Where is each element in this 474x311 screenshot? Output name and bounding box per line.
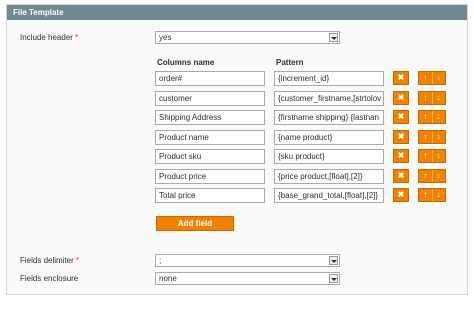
chevron-down-icon	[329, 256, 338, 265]
column-name-input[interactable]: Shipping Address	[155, 110, 265, 125]
arrow-up-icon[interactable]: ↑	[419, 189, 432, 201]
column-name-input[interactable]: order#	[155, 71, 265, 86]
include-header-select[interactable]: yes	[155, 31, 340, 44]
close-icon: ✖	[397, 73, 405, 82]
column-name-input[interactable]: Total price	[155, 188, 265, 203]
column-name-input[interactable]: Product name	[155, 130, 265, 145]
fields-enclosure-select[interactable]: none	[155, 272, 340, 285]
include-header-value: yes	[159, 33, 172, 42]
delete-row-button[interactable]: ✖	[393, 130, 409, 144]
fields-enclosure-value: none	[159, 274, 177, 283]
pattern-input[interactable]: {increment_id}	[274, 71, 384, 86]
pattern-input[interactable]: {sku product}	[274, 149, 384, 164]
columns-name-header: Columns name	[157, 58, 215, 67]
column-name-input[interactable]: Product sku	[155, 149, 265, 164]
add-field-button[interactable]: Add field	[156, 216, 234, 231]
delete-row-button[interactable]: ✖	[393, 91, 409, 105]
pattern-header: Pattern	[276, 58, 304, 67]
include-header-label: Include header *	[20, 33, 79, 42]
fields-enclosure-label: Fields enclosure	[20, 274, 79, 283]
close-icon: ✖	[397, 132, 405, 141]
arrow-up-icon[interactable]: ↑	[419, 111, 432, 123]
move-row-buttons[interactable]: ↑ ↓	[418, 110, 446, 124]
arrow-up-icon[interactable]: ↑	[419, 150, 432, 162]
pattern-input[interactable]: {firstname shipping} {lastnan	[274, 110, 384, 125]
arrow-down-icon[interactable]: ↓	[431, 150, 446, 162]
close-icon: ✖	[397, 93, 405, 102]
arrow-down-icon[interactable]: ↓	[431, 111, 446, 123]
move-row-buttons[interactable]: ↑ ↓	[418, 71, 446, 85]
close-icon: ✖	[397, 190, 405, 199]
fields-delimiter-select[interactable]: ;	[155, 254, 340, 267]
panel-title: File Template	[7, 5, 467, 20]
fields-delimiter-label: Fields delimiter *	[20, 256, 79, 265]
close-icon: ✖	[397, 151, 405, 160]
chevron-down-icon	[329, 274, 338, 283]
arrow-down-icon[interactable]: ↓	[431, 170, 446, 182]
chevron-down-icon	[329, 33, 338, 42]
delete-row-button[interactable]: ✖	[393, 149, 409, 163]
pattern-input[interactable]: {customer_firstname,[strtolov	[274, 91, 384, 106]
pattern-input[interactable]: {base_grand_total,[float],[2]}	[274, 188, 384, 203]
arrow-down-icon[interactable]: ↓	[431, 92, 446, 104]
delete-row-button[interactable]: ✖	[393, 169, 409, 183]
arrow-up-icon[interactable]: ↑	[419, 72, 432, 84]
move-row-buttons[interactable]: ↑ ↓	[418, 149, 446, 163]
column-name-input[interactable]: customer	[155, 91, 265, 106]
move-row-buttons[interactable]: ↑ ↓	[418, 130, 446, 144]
arrow-up-icon[interactable]: ↑	[419, 131, 432, 143]
arrow-down-icon[interactable]: ↓	[431, 189, 446, 201]
arrow-up-icon[interactable]: ↑	[419, 92, 432, 104]
fields-delimiter-value: ;	[159, 256, 162, 265]
move-row-buttons[interactable]: ↑ ↓	[418, 188, 446, 202]
pattern-input[interactable]: {name product}	[274, 130, 384, 145]
arrow-down-icon[interactable]: ↓	[431, 72, 446, 84]
move-row-buttons[interactable]: ↑ ↓	[418, 169, 446, 183]
move-row-buttons[interactable]: ↑ ↓	[418, 91, 446, 105]
delete-row-button[interactable]: ✖	[393, 71, 409, 85]
close-icon: ✖	[397, 171, 405, 180]
delete-row-button[interactable]: ✖	[393, 110, 409, 124]
column-name-input[interactable]: Product price	[155, 169, 265, 184]
arrow-down-icon[interactable]: ↓	[431, 131, 446, 143]
arrow-up-icon[interactable]: ↑	[419, 170, 432, 182]
close-icon: ✖	[397, 112, 405, 121]
delete-row-button[interactable]: ✖	[393, 188, 409, 202]
pattern-input[interactable]: {price product,[float],[2]}	[274, 169, 384, 184]
